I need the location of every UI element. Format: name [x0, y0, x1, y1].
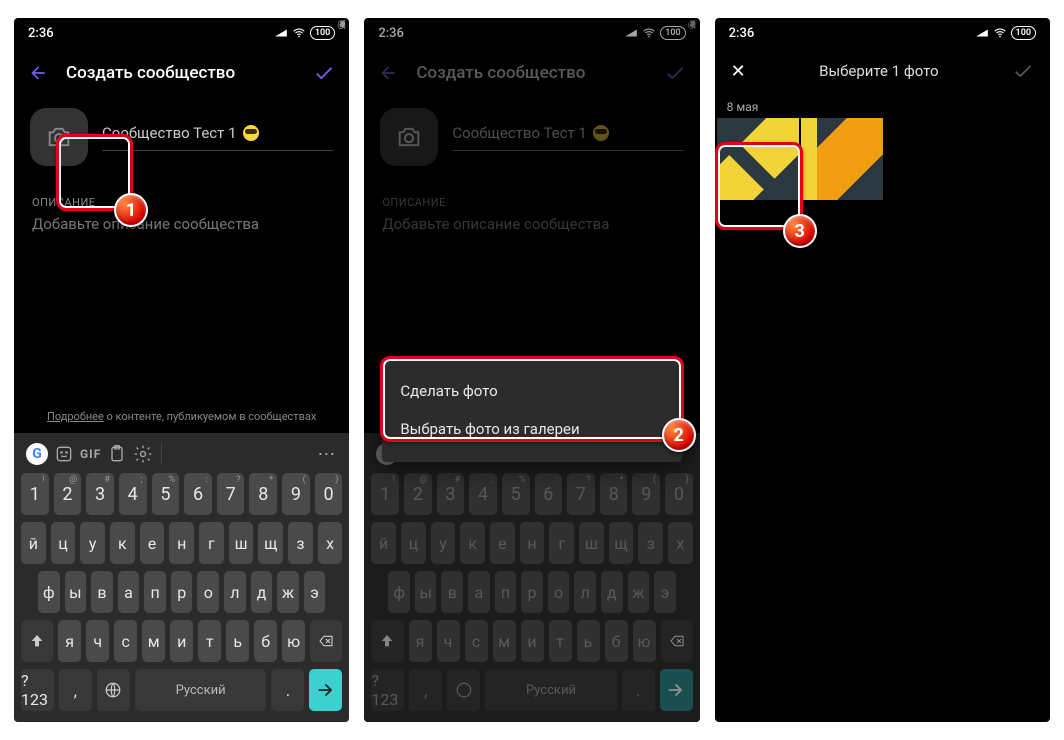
key-н[interactable]: н — [169, 522, 194, 564]
key-т[interactable]: т& — [198, 620, 221, 662]
callout-2 — [380, 356, 683, 442]
key-0[interactable]: 0) — [315, 473, 343, 515]
key-б[interactable]: б+ — [254, 620, 277, 662]
key-п[interactable]: п — [144, 571, 166, 613]
confirm-icon[interactable] — [1012, 60, 1034, 82]
section-date: 8 мая — [715, 94, 1050, 118]
key-2[interactable]: 2@ — [54, 473, 82, 515]
clipboard-icon[interactable] — [107, 444, 127, 464]
phone-screen-1: 2:36 100 Создать сообщество Сообщество Т… — [14, 18, 349, 722]
key-у[interactable]: у — [80, 522, 105, 564]
backspace-key[interactable] — [310, 620, 342, 662]
key-м[interactable]: м₽ — [142, 620, 165, 662]
keyboard[interactable]: G GIF ⋯ 1!2@3#4;5%6:7?8*9(0) йцукенгшщзх… — [14, 433, 349, 722]
key-ю[interactable]: ю( — [282, 620, 305, 662]
key-3[interactable]: 3# — [86, 473, 114, 515]
google-icon[interactable]: G — [26, 443, 48, 465]
key-6[interactable]: 6: — [184, 473, 212, 515]
key-ы[interactable]: ы — [65, 571, 87, 613]
back-icon[interactable] — [28, 63, 48, 83]
key-с[interactable]: с# — [114, 620, 137, 662]
gif-button[interactable]: GIF — [80, 447, 101, 461]
more-icon[interactable]: ⋯ — [317, 444, 337, 465]
key-ш[interactable]: ш — [229, 522, 254, 564]
key-р[interactable]: р — [171, 571, 193, 613]
key-row-1: 1!2@3#4;5%6:7?8*9(0) — [18, 473, 345, 515]
enter-key[interactable] — [309, 669, 342, 711]
key-й[interactable]: й — [21, 522, 46, 564]
key-а[interactable]: а — [118, 571, 140, 613]
space-key[interactable]: Русский — [135, 669, 267, 711]
key-з[interactable]: з — [288, 522, 313, 564]
status-icons: 100 — [274, 26, 335, 40]
key-и[interactable]: и_ — [170, 620, 193, 662]
key-щ[interactable]: щ — [258, 522, 283, 564]
keyboard-toolbar: G GIF ⋯ — [18, 439, 345, 473]
badge-1: 1 — [114, 193, 148, 227]
key-ь[interactable]: ь- — [226, 620, 249, 662]
key-row-5: ?123 , Русский . — [18, 669, 345, 711]
sticker-icon[interactable] — [54, 444, 74, 464]
close-icon[interactable]: ✕ — [731, 61, 746, 82]
key-х[interactable]: х — [318, 522, 343, 564]
header: Создать сообщество — [14, 48, 349, 98]
key-ж[interactable]: ж — [277, 571, 299, 613]
battery-level: 100 — [1011, 26, 1036, 40]
key-row-2: йцукенгшщзх — [18, 522, 345, 564]
key-7[interactable]: 7? — [217, 473, 245, 515]
shift-key[interactable] — [21, 620, 53, 662]
key-ч[interactable]: ч@ — [86, 620, 109, 662]
gallery-thumbnail[interactable] — [801, 118, 883, 200]
settings-icon[interactable] — [133, 444, 153, 464]
phone-screen-2: 2:36 100 Создать сообщество Сообщество Т… — [364, 18, 699, 722]
comma-key[interactable]: , — [59, 669, 92, 711]
status-bar: 2:36 100 — [715, 18, 1050, 48]
key-э[interactable]: э — [304, 571, 326, 613]
key-к[interactable]: к — [110, 522, 135, 564]
sunglasses-emoji — [243, 125, 259, 141]
page-title: Создать сообщество — [66, 63, 235, 83]
key-в[interactable]: в — [91, 571, 113, 613]
key-д[interactable]: д — [251, 571, 273, 613]
key-ф[interactable]: ф — [38, 571, 60, 613]
key-г[interactable]: г — [199, 522, 224, 564]
gallery-header: ✕ Выберите 1 фото — [715, 48, 1050, 94]
battery-level: 100 — [310, 26, 335, 40]
key-1[interactable]: 1! — [21, 473, 49, 515]
badge-3: 3 — [783, 214, 817, 248]
key-4[interactable]: 4; — [119, 473, 147, 515]
key-9[interactable]: 9( — [282, 473, 310, 515]
key-о[interactable]: о — [197, 571, 219, 613]
phone-screen-3: 2:36 100 ✕ Выберите 1 фото 8 мая 3 — [715, 18, 1050, 722]
community-name-input[interactable]: Сообщество Тест 1 — [102, 124, 333, 151]
key-л[interactable]: л — [224, 571, 246, 613]
clock: 2:36 — [28, 26, 54, 41]
status-bar: 2:36 100 — [14, 18, 349, 48]
key-row-3: фывапролджэ — [18, 571, 345, 613]
clock: 2:36 — [729, 26, 755, 41]
status-icons: 100 — [975, 26, 1036, 40]
badge-2: 2 — [662, 418, 696, 452]
key-5[interactable]: 5% — [152, 473, 180, 515]
period-key[interactable]: . — [271, 669, 304, 711]
globe-key[interactable] — [97, 669, 130, 711]
gallery-title: Выберите 1 фото — [764, 62, 994, 80]
symbols-key[interactable]: ?123 — [21, 669, 54, 711]
footer-link[interactable]: Подробнее — [47, 410, 104, 423]
key-е[interactable]: е — [140, 522, 165, 564]
key-ц[interactable]: ц — [51, 522, 76, 564]
description-input[interactable]: Добавьте описание сообщества — [14, 215, 349, 233]
footer-note: Подробнее о контенте, публикуемом в сооб… — [14, 400, 349, 433]
confirm-icon[interactable] — [313, 62, 335, 84]
key-row-4: яч@с#м₽и_т&ь-б+ю( — [18, 620, 345, 662]
key-8[interactable]: 8* — [249, 473, 277, 515]
key-я[interactable]: я — [58, 620, 81, 662]
